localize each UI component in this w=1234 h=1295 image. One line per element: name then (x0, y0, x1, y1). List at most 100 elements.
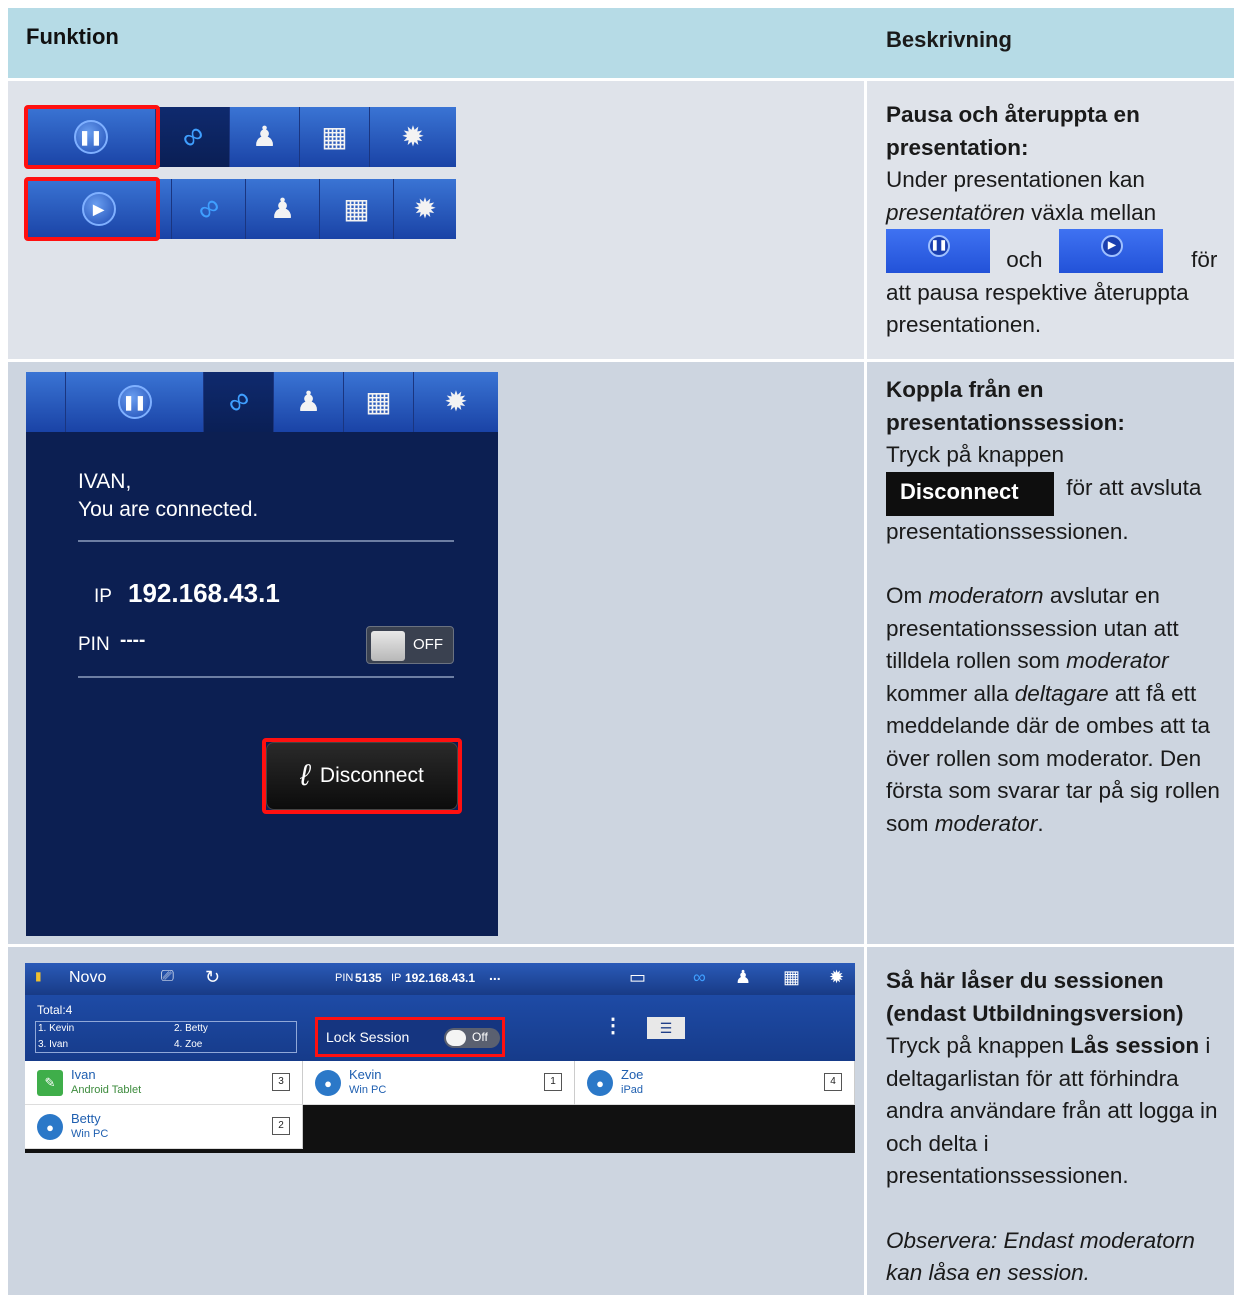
table-row-lock: ▮ Novo ⎚ ↻ PIN 5135 IP 192.168.43.1 ... … (8, 947, 1234, 1295)
lock-session-button[interactable]: Lock Session Off (315, 1017, 505, 1057)
lock-toggle[interactable]: Off (444, 1028, 500, 1048)
header-cell-function: Funktion (8, 8, 864, 78)
link-icon: ∞ (219, 382, 257, 422)
inline-disconnect-button: Disconnect (886, 471, 1054, 516)
participants-icon[interactable]: ♟ (735, 967, 751, 988)
ip-label: IP (94, 586, 112, 607)
participant-card[interactable]: ✎ Ivan Android Tablet 3 (25, 1061, 303, 1105)
participants-tab-2[interactable]: ♟ (246, 179, 320, 239)
grid-tab-3[interactable]: ▦ (344, 372, 414, 432)
ip-value: 192.168.43.1 (405, 971, 476, 985)
participants-icon: ♟ (295, 386, 322, 417)
grid-tab[interactable]: ▦ (300, 107, 370, 167)
pin-value: ---- (120, 630, 146, 651)
monitor-icon[interactable]: ▭ (629, 967, 646, 988)
gear-icon: ✹ (401, 121, 425, 152)
participant-summary: 1. Kevin 2. Betty 3. Ivan 4. Zoe (35, 1021, 297, 1053)
table-header: Funktion Beskrivning (8, 8, 1234, 78)
lock-toggle-state: Off (472, 1030, 488, 1044)
lock-toggle-knob (446, 1030, 466, 1046)
participants-tab-3[interactable]: ♟ (274, 372, 344, 432)
pause-screenshot-cell: ❚❚ ∞ ♟ ▦ ✹ ▶ ∞ ♟ ▦ ✹ (8, 81, 864, 359)
header-function: Funktion (26, 24, 119, 49)
participant-card[interactable]: ● Zoe iPad 4 (575, 1061, 855, 1105)
presenter-slot-icon[interactable]: 2 (272, 1117, 290, 1135)
summary-item: 4. Zoe (174, 1039, 203, 1050)
pause-tab-3[interactable]: ❚❚ (66, 372, 204, 432)
moderator-note: Om moderatorn avslutar en presentationss… (886, 583, 1220, 836)
gear-icon: ✹ (444, 386, 468, 417)
divider (78, 676, 454, 678)
summary-item: 3. Ivan (38, 1039, 69, 1050)
presenter-slot-icon[interactable]: 3 (272, 1073, 290, 1091)
total-count: Total:4 (37, 1003, 73, 1017)
participants-icon: ♟ (269, 193, 296, 224)
divider (78, 540, 454, 542)
pause-text: Under presentationen kan presentatören v… (886, 167, 1218, 337)
pin-value: 5135 (355, 971, 382, 985)
pin-toggle[interactable]: OFF (366, 626, 454, 664)
toggle-state: OFF (413, 636, 443, 653)
grid-icon[interactable]: ▦ (783, 967, 800, 988)
link-icon[interactable]: ∞ (693, 967, 706, 988)
presenter-slot-icon[interactable]: 4 (824, 1073, 842, 1091)
participant-name: Kevin (349, 1067, 382, 1082)
refresh-icon[interactable]: ↻ (205, 967, 220, 988)
participant-list-screen: ▮ Novo ⎚ ↻ PIN 5135 IP 192.168.43.1 ... … (25, 963, 855, 1153)
screen-share-icon[interactable]: ⎚ (161, 968, 174, 986)
pause-title: Pausa och återuppta en presentation: (886, 102, 1140, 160)
gear-icon[interactable]: ✹ (829, 967, 844, 988)
participant-card[interactable]: ● Betty Win PC 2 (25, 1105, 303, 1149)
toolbar-edge (26, 372, 66, 432)
link-tab-3[interactable]: ∞ (204, 372, 274, 432)
participant-name: Ivan (71, 1067, 96, 1082)
app-topbar: ▮ Novo ⎚ ↻ PIN 5135 IP 192.168.43.1 ... … (25, 963, 855, 995)
android-avatar-icon: ✎ (37, 1070, 63, 1096)
lock-note: Observera: Endast moderatorn kan låsa en… (886, 1227, 1195, 1286)
user-avatar-icon: ● (587, 1070, 613, 1096)
list-view-icon[interactable]: ☰ (647, 1017, 685, 1039)
pin-label: PIN (78, 634, 110, 655)
app-name: Novo (69, 969, 107, 986)
header-cell-description: Beskrivning (867, 8, 1234, 78)
disconnect-text: Tryck på knappen Disconnect för att avsl… (886, 442, 1202, 544)
user-greeting: IVAN, (78, 470, 132, 493)
ip-label: IP (391, 972, 402, 984)
more-dots[interactable]: ... (489, 967, 501, 983)
participant-name: Zoe (621, 1067, 644, 1082)
summary-item: 1. Kevin (38, 1023, 75, 1034)
table-row-disconnect: ❚❚ ∞ ♟ ▦ ✹ IVAN, You are connected. IP 1… (8, 362, 1234, 944)
pause-icon: ❚❚ (117, 385, 152, 419)
participant-card[interactable]: ● Kevin Win PC 1 (303, 1061, 575, 1105)
participants-tab[interactable]: ♟ (230, 107, 300, 167)
table-row-pause: ❚❚ ∞ ♟ ▦ ✹ ▶ ∞ ♟ ▦ ✹ Pausa och återuppta… (8, 81, 1234, 359)
link-tab-2[interactable]: ∞ (172, 179, 246, 239)
inline-play-icon: ▶ (1058, 229, 1163, 273)
connection-status: You are connected. (78, 498, 259, 521)
kebab-menu-icon[interactable]: ⋮ (603, 1013, 623, 1038)
toggle-knob (371, 631, 405, 661)
settings-tab-2[interactable]: ✹ (394, 179, 456, 239)
pin-label: PIN (335, 972, 354, 984)
disconnect-title: Koppla från en presentationssession: (886, 377, 1125, 435)
link-icon: ∞ (189, 189, 227, 229)
presenter-slot-icon[interactable]: 1 (544, 1073, 562, 1091)
grid-tab-2[interactable]: ▦ (320, 179, 394, 239)
grid-icon: ▦ (365, 386, 392, 417)
lock-text: Tryck på knappen Lås session i deltagarl… (886, 1033, 1218, 1188)
grid-icon: ▦ (321, 121, 348, 152)
settings-tab-3[interactable]: ✹ (414, 372, 498, 432)
link-tab[interactable]: ∞ (156, 107, 230, 167)
settings-tab[interactable]: ✹ (370, 107, 456, 167)
pause-description: Pausa och återuppta en presentation: Und… (867, 81, 1234, 359)
pause-highlight (24, 105, 160, 169)
participant-device: Win PC (349, 1084, 387, 1096)
link-icon: ∞ (173, 117, 211, 157)
participant-device: Win PC (71, 1128, 109, 1140)
lock-session-label: Lock Session (326, 1029, 410, 1045)
user-avatar-icon: ● (315, 1070, 341, 1096)
participant-device: iPad (621, 1084, 644, 1096)
disconnect-screenshot-cell: ❚❚ ∞ ♟ ▦ ✹ IVAN, You are connected. IP 1… (8, 362, 864, 944)
session-bar: Total:4 1. Kevin 2. Betty 3. Ivan 4. Zoe… (25, 995, 855, 1061)
connection-panel: ❚❚ ∞ ♟ ▦ ✹ IVAN, You are connected. IP 1… (26, 372, 498, 936)
